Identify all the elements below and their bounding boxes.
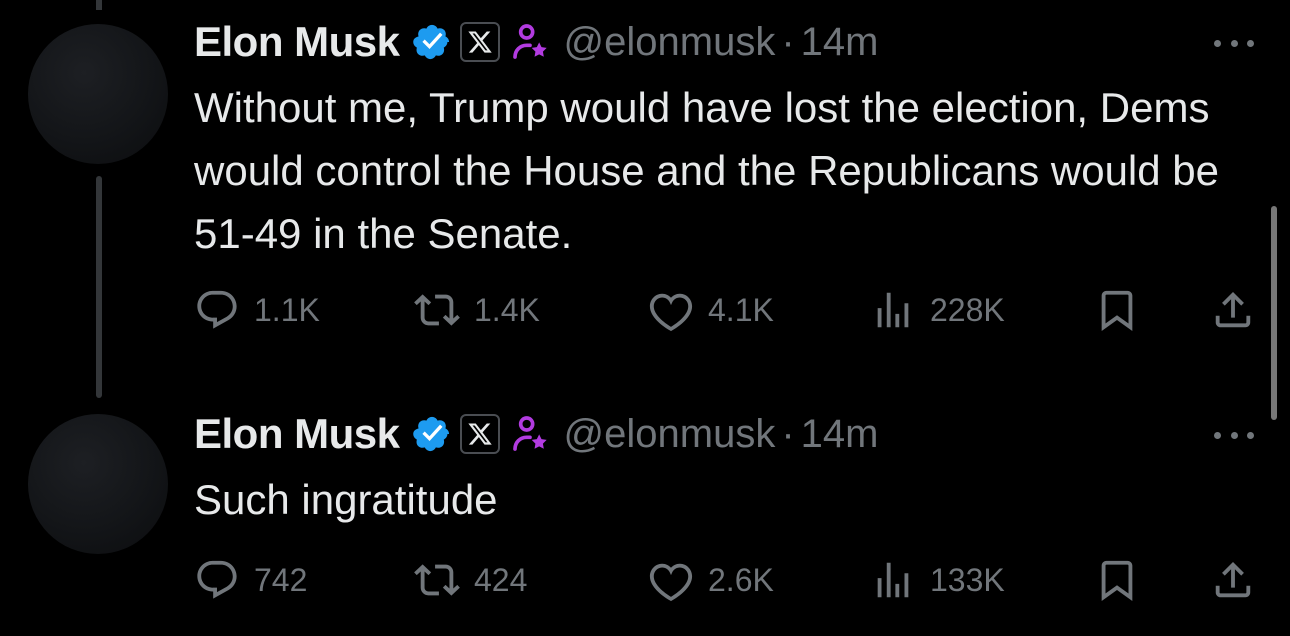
like-count: 2.6K (708, 561, 774, 598)
reply-icon (197, 290, 237, 329)
verified-badge-icon[interactable] (412, 22, 452, 62)
reply-icon (197, 560, 237, 599)
share-button[interactable] (1210, 555, 1256, 605)
like-count: 4.1K (708, 291, 774, 328)
repost-button[interactable]: 424 (414, 555, 527, 605)
bookmark-button[interactable] (1094, 555, 1140, 605)
like-button[interactable]: 2.6K (648, 555, 774, 605)
tweet-actions: 1.1K 1.4K 4.1K 228K (194, 285, 1258, 335)
bookmark-button[interactable] (1094, 285, 1140, 335)
reply-count: 1.1K (254, 291, 320, 328)
government-affiliate-icon[interactable] (510, 414, 550, 454)
scrollbar[interactable] (1271, 206, 1277, 420)
separator-dot: · (781, 19, 795, 64)
tweet-text: Such ingratitude (194, 476, 498, 523)
tweet-timestamp[interactable]: 14m (801, 20, 879, 65)
verified-badge-icon[interactable] (412, 414, 452, 454)
avatar[interactable] (28, 414, 168, 554)
analytics-icon (877, 292, 909, 328)
author-handle[interactable]: @elonmusk (564, 20, 776, 65)
author-name[interactable]: Elon Musk (194, 18, 400, 66)
share-icon (1215, 561, 1251, 598)
tweet[interactable]: Elon Musk @elonmusk · 14m Such ingratitu… (0, 400, 1290, 636)
x-affiliate-badge-icon[interactable] (459, 22, 500, 62)
government-affiliate-icon[interactable] (510, 22, 550, 62)
views-button[interactable]: 228K (870, 285, 1005, 335)
repost-button[interactable]: 1.4K (414, 285, 540, 335)
heart-icon (649, 293, 693, 332)
views-count: 228K (930, 291, 1005, 328)
reply-button[interactable]: 1.1K (194, 285, 320, 335)
views-count: 133K (930, 561, 1005, 598)
tweet-text: Without me, Trump would have lost the el… (194, 84, 1220, 257)
bookmark-icon (1101, 560, 1133, 601)
tweet-thread: Elon Musk @elonmusk · 14m Without me, Tr… (0, 0, 1290, 636)
bookmark-icon (1101, 290, 1133, 331)
tweet-timestamp[interactable]: 14m (801, 412, 879, 457)
x-affiliate-badge-icon[interactable] (459, 414, 500, 454)
tweet-header: Elon Musk @elonmusk · 14m (194, 404, 878, 464)
more-options-icon[interactable] (1214, 425, 1254, 445)
reply-count: 742 (254, 561, 308, 598)
analytics-icon (877, 562, 909, 598)
more-options-icon[interactable] (1214, 33, 1254, 53)
views-button[interactable]: 133K (870, 555, 1005, 605)
tweet-header: Elon Musk @elonmusk · 14m (194, 12, 878, 72)
tweet[interactable]: Elon Musk @elonmusk · 14m Without me, Tr… (0, 0, 1290, 400)
repost-icon (414, 294, 460, 326)
share-button[interactable] (1210, 285, 1256, 335)
repost-count: 1.4K (474, 291, 540, 328)
author-handle[interactable]: @elonmusk (564, 412, 776, 457)
share-icon (1215, 291, 1251, 328)
tweet-actions: 742 424 2.6K 133K (194, 555, 1258, 605)
repost-icon (414, 564, 460, 596)
heart-icon (649, 563, 693, 602)
avatar[interactable] (28, 24, 168, 164)
separator-dot: · (781, 411, 795, 456)
like-button[interactable]: 4.1K (648, 285, 774, 335)
repost-count: 424 (474, 561, 528, 598)
author-name[interactable]: Elon Musk (194, 410, 400, 458)
reply-button[interactable]: 742 (194, 555, 307, 605)
